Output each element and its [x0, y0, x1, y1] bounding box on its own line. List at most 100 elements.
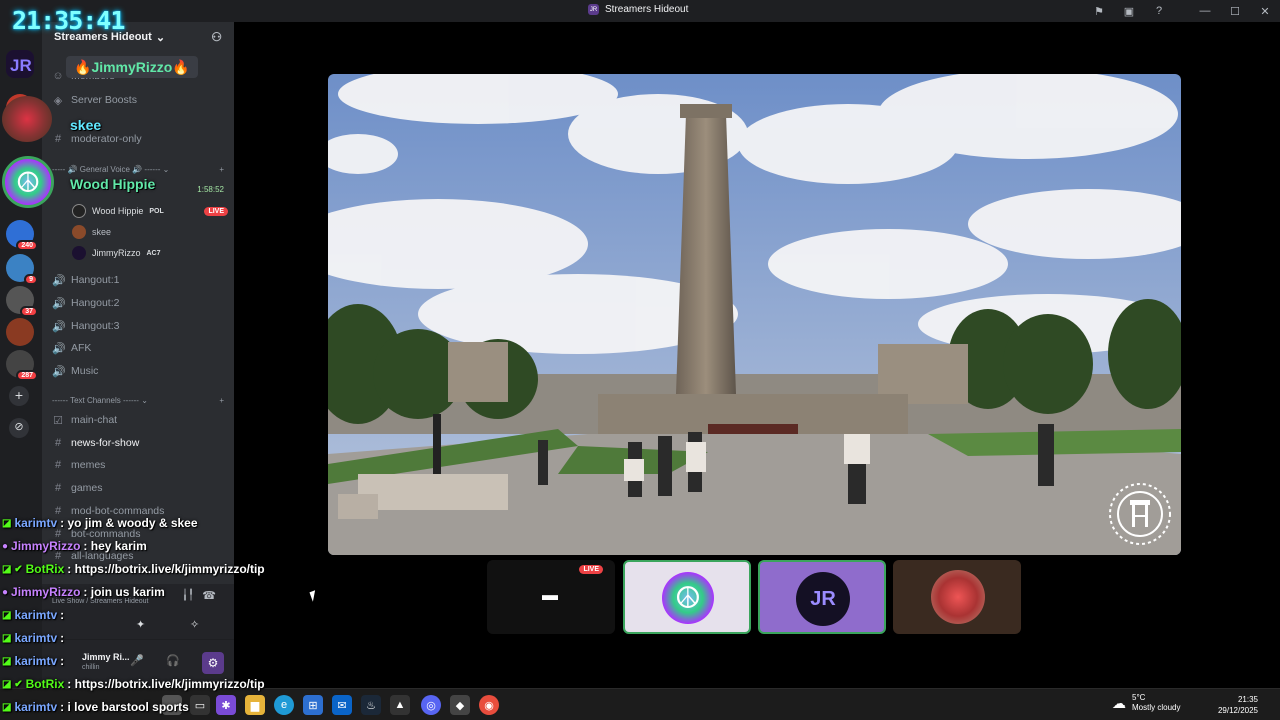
server-streamers-hideout[interactable]: JR — [6, 50, 34, 78]
channel-label: memes — [71, 459, 106, 471]
channel-hangout-3[interactable]: 🔊 Hangout:3 — [52, 316, 228, 336]
chat-line: ◪ ✔ BotRix: https://botrix.live/k/jimmyri… — [2, 562, 265, 576]
server-badge: 287 — [16, 370, 38, 381]
overlay-name: JimmyRizzo — [91, 59, 173, 75]
voice-server-text: Streamers Hideout — [90, 598, 149, 605]
peace-avatar-icon: ☮ — [2, 156, 54, 208]
screen-icon[interactable]: ▣ — [1114, 5, 1144, 18]
tile-wood-hippie[interactable]: ☮ — [623, 560, 751, 634]
speaker-icon: 🔊 — [52, 365, 66, 378]
edge-icon[interactable]: e — [274, 695, 294, 715]
category-label: Text Channels — [70, 396, 121, 405]
chrome-icon[interactable]: ◉ — [479, 695, 499, 715]
system-clock[interactable]: 21:35 29/12/2025 — [1218, 694, 1258, 716]
help-icon[interactable]: ? — [1144, 5, 1174, 17]
chat-message: : https://botrix.live/k/jimmyrizzo/tip — [67, 562, 265, 576]
add-channel-icon[interactable]: + — [219, 165, 224, 174]
server-grey[interactable]: 37 — [6, 286, 38, 317]
server-blue[interactable]: 240 — [6, 220, 38, 251]
channel-music[interactable]: 🔊 Music — [52, 361, 228, 381]
category-text-channels[interactable]: ------ Text Channels ------ ⌄ + — [52, 396, 224, 405]
hash-icon: # — [54, 482, 62, 494]
fire-icon: 🔥 — [74, 58, 92, 75]
add-server-icon[interactable]: + — [9, 386, 29, 406]
outlook-icon[interactable]: ✉ — [332, 695, 352, 715]
voice-user-jimmyrizzo[interactable]: JimmyRizzo AC7 — [72, 244, 228, 262]
voice-user-name: Wood Hippie — [92, 206, 144, 216]
kick-icon: ◪ — [2, 655, 12, 667]
hash-icon: # — [54, 459, 62, 471]
server-badge: 9 — [24, 274, 38, 285]
taskview-icon[interactable]: ▭ — [190, 695, 210, 715]
tile-jimmyrizzo[interactable]: JR — [758, 560, 886, 634]
activities-icon[interactable]: ✦ — [136, 618, 145, 631]
channel-hangout-2[interactable]: 🔊 Hangout:2 — [52, 293, 228, 313]
maximize-button[interactable]: ☐ — [1220, 5, 1250, 18]
hash-icon: # — [54, 437, 62, 449]
add-channel-icon[interactable]: + — [219, 396, 224, 405]
settings-gear-icon[interactable]: ⚙ — [202, 652, 224, 674]
copilot-icon[interactable]: ✱ — [216, 695, 236, 715]
invite-icon[interactable]: ⚇ — [211, 30, 222, 44]
rules-icon: ☑ — [53, 414, 63, 427]
chat-line: ◪ karimtv: — [2, 608, 64, 622]
chat-message: : https://botrix.live/k/jimmyrizzo/tip — [67, 677, 265, 691]
channel-hangout-1[interactable]: 🔊 Hangout:1 — [52, 270, 228, 290]
channel-main-chat[interactable]: ☑ main-chat — [52, 410, 228, 430]
server-red[interactable] — [6, 318, 34, 346]
voice-user-skee[interactable]: skee — [72, 223, 228, 241]
channel-label: games — [71, 482, 103, 494]
chevron-down-icon: ⌄ — [155, 31, 166, 44]
server-menu-boosts[interactable]: ◈ Server Boosts — [52, 90, 228, 110]
live-badge: LIVE — [579, 565, 603, 574]
steam-icon[interactable]: ♨ — [361, 695, 381, 715]
live-badge: LIVE — [204, 206, 228, 216]
windows-taskbar: ▭ ✱ ▆ e ⊞ ✉ ♨ ▲ ◎ ◆ ◉ ☁ 5°C Mostly cloudy… — [0, 688, 1280, 720]
minimize-button[interactable]: — — [1190, 5, 1220, 17]
soundboard-icon[interactable]: ╽╿ — [182, 590, 194, 601]
chat-user: karimtv — [14, 700, 58, 714]
memorial-scene-image — [328, 74, 1181, 555]
channel-memes[interactable]: # memes — [52, 455, 228, 475]
chat-user: karimtv — [14, 654, 58, 668]
tile-skee[interactable] — [893, 560, 1021, 634]
app-triangle-icon[interactable]: ▲ — [390, 695, 410, 715]
mic-icon[interactable]: 🎤 — [130, 654, 144, 667]
headphones-icon[interactable]: 🎧 — [166, 654, 180, 667]
discord-icon[interactable]: ◎ — [421, 695, 441, 715]
category-general-voice[interactable]: ----- 🔊 General Voice 🔊 ------ ⌄ + — [52, 165, 224, 174]
server-dark[interactable]: 287 — [6, 350, 38, 381]
voice-user-wood-hippie[interactable]: Wood Hippie POL LIVE — [72, 202, 228, 220]
chat-user: karimtv — [14, 516, 58, 530]
date-text: 29/12/2025 — [1217, 706, 1258, 715]
mic-icon: ● — [2, 540, 9, 552]
members-icon: ☺ — [52, 70, 64, 82]
disconnect-icon[interactable]: ☎ — [202, 589, 216, 602]
stream-video[interactable] — [328, 74, 1181, 555]
hash-icon: # — [54, 133, 62, 145]
channel-label: Hangout:1 — [71, 274, 120, 286]
voice-user-name: skee — [92, 227, 112, 237]
effects-icon[interactable]: ✧ — [190, 618, 199, 631]
file-explorer-icon[interactable]: ▆ — [245, 695, 265, 715]
close-button[interactable]: ✕ — [1250, 5, 1280, 18]
chat-message: : — [60, 608, 65, 622]
monitor-icon: ▬ — [542, 587, 558, 604]
chat-user: JimmyRizzo — [11, 585, 81, 599]
channel-games[interactable]: # games — [52, 478, 228, 498]
kick-icon: ◪ — [2, 632, 12, 644]
discover-icon[interactable]: ⊘ — [9, 418, 29, 438]
server-round[interactable]: 9 — [6, 254, 38, 285]
speaker-icon: 🔊 — [52, 274, 66, 287]
weather-widget[interactable]: ☁ 5°C Mostly cloudy — [1112, 693, 1180, 713]
chat-user: BotRix — [25, 562, 65, 576]
inbox-icon[interactable]: ⚑ — [1084, 5, 1114, 18]
channel-news-for-show[interactable]: # news-for-show — [52, 433, 228, 453]
chat-line: ◪ ✔ BotRix: https://botrix.live/k/jimmyri… — [2, 677, 265, 691]
store-icon[interactable]: ⊞ — [303, 695, 323, 715]
tile-screen-share[interactable]: ▬ LIVE — [487, 560, 615, 634]
obs-icon[interactable]: ◆ — [450, 695, 470, 715]
channel-afk[interactable]: 🔊 AFK — [52, 338, 228, 358]
overlay-jimmyrizzo: 🔥 JimmyRizzo 🔥 — [66, 56, 198, 78]
menu-label: Server Boosts — [71, 94, 137, 106]
